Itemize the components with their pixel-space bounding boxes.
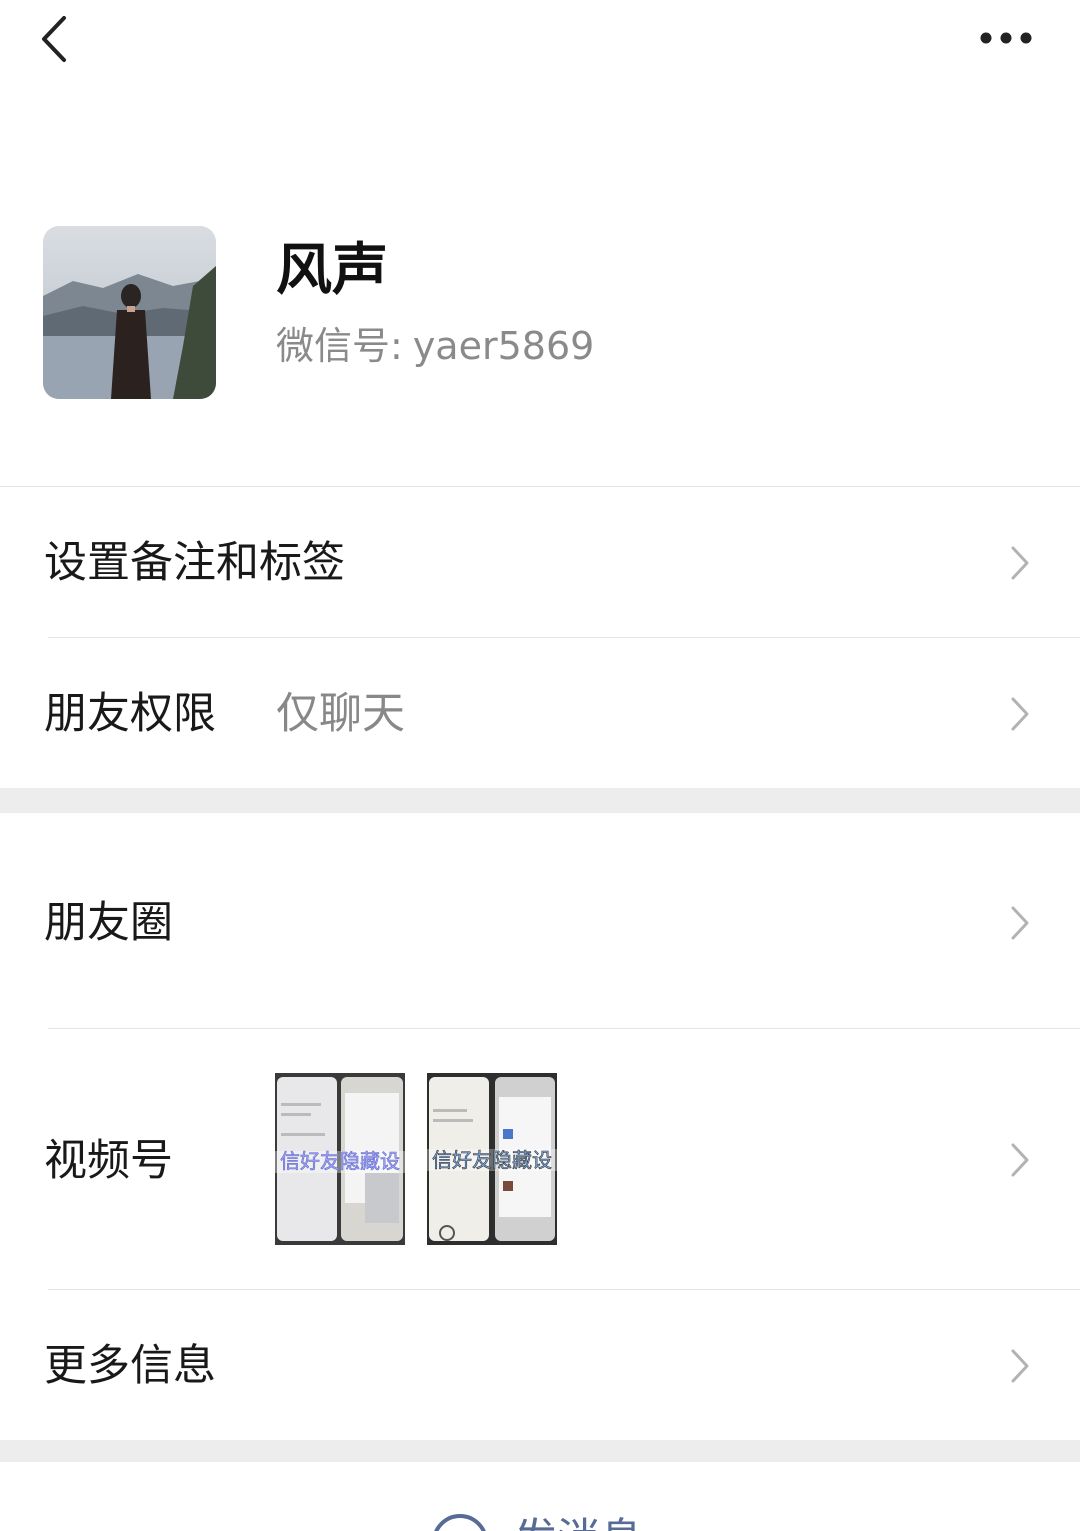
more-info-row[interactable]: 更多信息	[0, 1290, 1080, 1440]
channels-row[interactable]: 视频号 信好友隐藏设 信好友隐藏设	[0, 1029, 1080, 1289]
thumbnail-caption: 信好友隐藏设	[432, 1148, 552, 1172]
moments-label: 朋友圈	[44, 898, 173, 948]
chevron-right-icon	[1011, 697, 1029, 731]
chat-bubble-icon	[434, 1514, 486, 1531]
top-bar	[0, 0, 1080, 80]
profile-header: 风声 微信号: yaer5869	[0, 226, 1080, 486]
more-info-label: 更多信息	[44, 1341, 216, 1391]
channels-thumbnail[interactable]: 信好友隐藏设	[275, 1073, 405, 1245]
wechat-id-label: 微信号:	[276, 324, 403, 368]
chevron-right-icon	[1011, 546, 1029, 580]
section-gap	[0, 1440, 1080, 1462]
friend-permission-label: 朋友权限	[44, 689, 216, 739]
send-message-button[interactable]: 发消息	[0, 1462, 1080, 1531]
friend-permission-value: 仅聊天	[276, 689, 405, 739]
chevron-right-icon	[1011, 1143, 1029, 1177]
chevron-right-icon	[1011, 1349, 1029, 1383]
channels-thumbnail[interactable]: 信好友隐藏设	[427, 1073, 557, 1245]
avatar[interactable]	[43, 226, 216, 399]
send-message-label: 发消息	[514, 1512, 643, 1531]
section-gap	[0, 788, 1080, 813]
friend-permission-row[interactable]: 朋友权限 仅聊天	[0, 638, 1080, 788]
channels-label: 视频号	[44, 1136, 173, 1186]
chevron-right-icon	[1011, 906, 1029, 940]
back-arrow-icon[interactable]	[36, 14, 76, 64]
wechat-id-value: yaer5869	[412, 324, 595, 368]
thumbnail-caption: 信好友隐藏设	[280, 1149, 400, 1173]
contact-name: 风声	[276, 238, 388, 303]
moments-row[interactable]: 朋友圈	[0, 813, 1080, 1028]
remark-tags-row[interactable]: 设置备注和标签	[0, 487, 1080, 637]
remark-tags-label: 设置备注和标签	[44, 538, 345, 588]
wechat-id: 微信号: yaer5869	[276, 322, 594, 370]
more-options-icon[interactable]	[980, 30, 1032, 46]
